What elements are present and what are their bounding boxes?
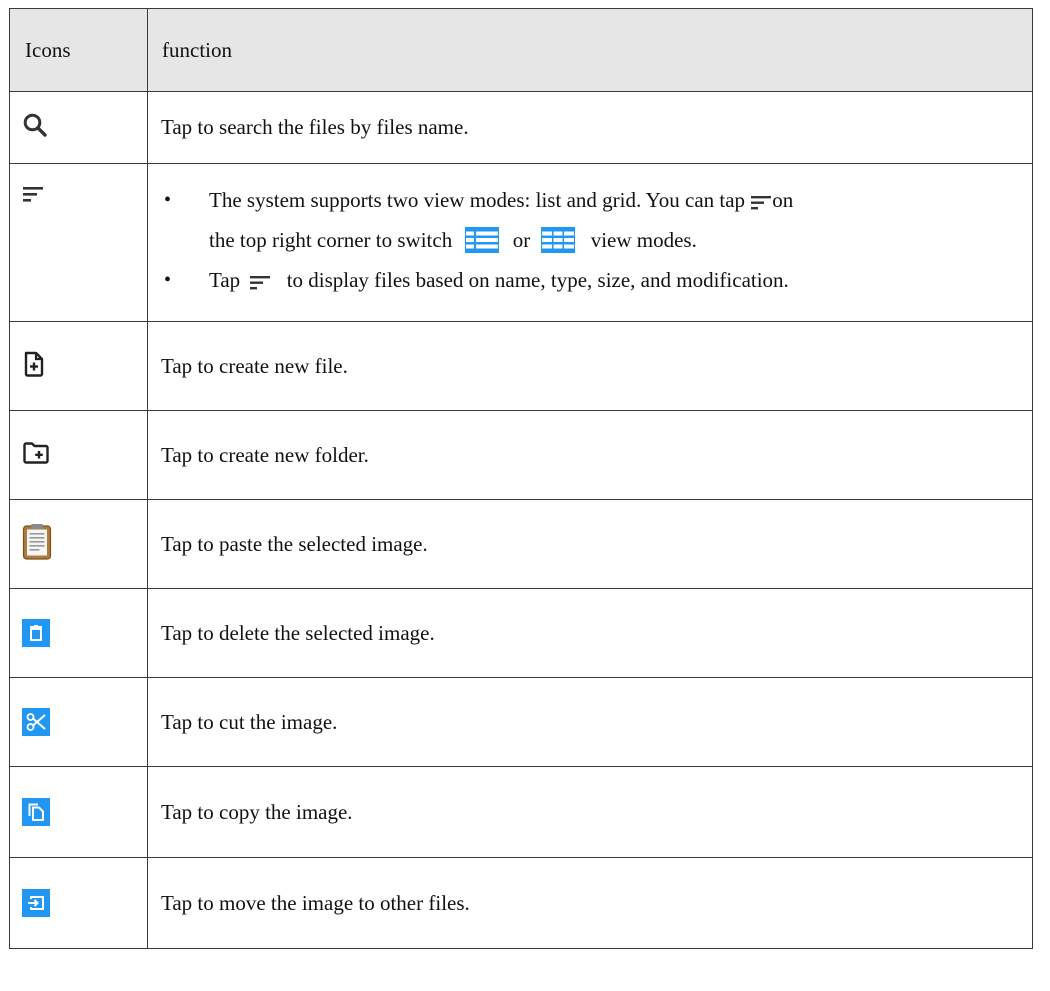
- grid-view-icon: [541, 226, 576, 263]
- table-row: Tap to create new file.: [9, 321, 1033, 411]
- table-row: Tap to cut the image.: [9, 677, 1033, 767]
- header-function: function: [147, 8, 1033, 92]
- bullet-text: view modes.: [590, 227, 697, 252]
- bullet-list: The system supports two view modes: list…: [148, 183, 1032, 303]
- icon-cell: [9, 163, 148, 322]
- bullet-text: or: [512, 227, 531, 252]
- description-cell: Tap to move the image to other files.: [147, 857, 1033, 949]
- description-cell: Tap to copy the image.: [147, 766, 1033, 858]
- icon-cell: [9, 91, 148, 164]
- icon-cell: [9, 766, 148, 858]
- icon-cell: [9, 677, 148, 767]
- table-row: Tap to search the files by files name.: [9, 91, 1033, 164]
- list-view-icon: [465, 226, 500, 263]
- bullet-item: The system supports two view modes: list…: [148, 183, 1032, 263]
- description-cell: Tap to search the files by files name.: [147, 91, 1033, 164]
- bullet-item: Tap to display files based on name, type…: [148, 263, 1032, 303]
- bullet-text: Tap: [209, 267, 241, 292]
- icon-cell: [9, 588, 148, 678]
- sort-icon: [750, 189, 772, 223]
- sort-icon: [22, 184, 46, 209]
- copy-icon: [22, 798, 50, 826]
- table-row: Tap to delete the selected image.: [9, 588, 1033, 678]
- new-file-icon: [22, 351, 46, 382]
- bullet-text: to display files based on name, type, si…: [286, 267, 789, 292]
- move-icon: [22, 889, 50, 917]
- table-row: Tap to move the image to other files.: [9, 857, 1033, 949]
- table-row: Tap to paste the selected image.: [9, 499, 1033, 589]
- scissors-icon: [22, 708, 50, 736]
- description-cell: The system supports two view modes: list…: [147, 163, 1033, 322]
- header-icons: Icons: [9, 8, 148, 92]
- table-header-row: Icons function: [9, 8, 1033, 92]
- new-folder-icon: [22, 441, 50, 470]
- icon-cell: [9, 857, 148, 949]
- icon-cell: [9, 410, 148, 500]
- bullet-text: The system supports two view modes: list…: [209, 187, 746, 212]
- bullet-text: on: [772, 187, 794, 212]
- description-cell: Tap to delete the selected image.: [147, 588, 1033, 678]
- table-row: Tap to create new folder.: [9, 410, 1033, 500]
- search-icon: [22, 112, 48, 143]
- description-cell: Tap to create new folder.: [147, 410, 1033, 500]
- table-row: The system supports two view modes: list…: [9, 163, 1033, 322]
- bullet-text: the top right corner to switch: [209, 227, 453, 252]
- table-row: Tap to copy the image.: [9, 766, 1033, 858]
- trash-icon: [22, 619, 50, 647]
- description-cell: Tap to create new file.: [147, 321, 1033, 411]
- icon-cell: [9, 321, 148, 411]
- description-cell: Tap to cut the image.: [147, 677, 1033, 767]
- sort-icon: [249, 269, 271, 303]
- icons-function-table: Icons function Tap to search the files b…: [9, 8, 1033, 949]
- clipboard-icon: [22, 523, 52, 566]
- icon-cell: [9, 499, 148, 589]
- description-cell: Tap to paste the selected image.: [147, 499, 1033, 589]
